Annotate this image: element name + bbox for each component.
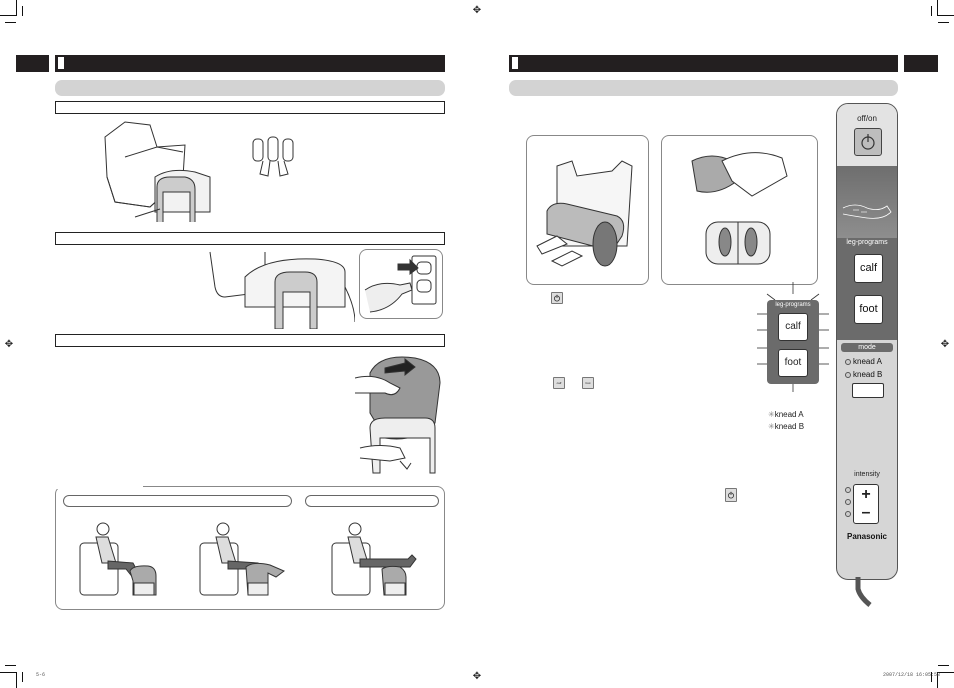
crop-mark	[16, 0, 17, 16]
posture-illustration-1	[79, 522, 157, 596]
mode-button[interactable]	[852, 383, 884, 398]
remote-control: off/on leg-programs calf foot mode knead…	[836, 103, 898, 580]
brand-logo: Panasonic	[846, 532, 887, 541]
massager-front-view-illustration	[252, 136, 294, 177]
crop-mark	[5, 22, 16, 23]
intensity-level-indicator	[845, 487, 851, 493]
mode-label: mode	[841, 343, 893, 352]
page-tab	[904, 55, 938, 72]
intensity-level-indicator	[845, 511, 851, 517]
indicator-light-icon	[845, 371, 851, 378]
intensity-control: + –	[853, 484, 879, 524]
foot-massage-illustration-box	[661, 135, 818, 285]
posture-illustration-2	[199, 522, 285, 596]
registration-mark-icon: ✥	[4, 339, 14, 350]
diagram-calf-button: calf	[778, 313, 808, 341]
massager-with-cable-illustration	[209, 251, 355, 329]
mode-indicators-diagram: ✳knead A ✳knead B	[768, 409, 804, 433]
crop-mark	[16, 672, 17, 688]
intensity-plus-button[interactable]: +	[854, 485, 878, 504]
subsection-heading	[55, 232, 445, 245]
foot-button[interactable]: foot	[854, 295, 883, 324]
print-timestamp: 2007/12/18 16:05:58	[883, 672, 941, 678]
registration-mark-icon: ✥	[940, 339, 950, 350]
crop-mark	[5, 665, 16, 666]
power-icon	[554, 294, 560, 302]
page-code: 5-6	[36, 672, 46, 678]
intensity-label: intensity	[854, 471, 880, 478]
posture-illustration-3	[331, 522, 417, 596]
tilting-massager-illustration	[355, 356, 441, 474]
section-bar	[55, 80, 445, 96]
registration-mark-icon: ✥	[472, 5, 482, 16]
crop-mark	[938, 15, 954, 16]
calf-button[interactable]: calf	[854, 254, 883, 283]
crop-mark	[22, 6, 23, 16]
subsection-heading	[55, 334, 445, 347]
calf-massage-illustration-box	[526, 135, 649, 285]
outlet-detail-box	[359, 249, 443, 319]
crop-mark	[22, 672, 23, 682]
crop-mark	[931, 6, 932, 16]
chapter-header-bar	[55, 55, 445, 72]
knead-a-indicator: knead A	[845, 357, 882, 366]
calf-massage-illustration	[536, 160, 633, 267]
crop-mark	[938, 672, 954, 673]
crop-mark	[938, 22, 949, 23]
page-tab	[16, 55, 49, 72]
chapter-header-bar	[509, 55, 898, 72]
posture-pill-label	[305, 495, 439, 507]
plug-into-outlet-illustration	[364, 255, 437, 313]
inline-power-button	[725, 488, 737, 502]
inline-foot-button: foot	[582, 377, 594, 389]
subsection-heading	[55, 101, 445, 114]
power-button[interactable]	[854, 128, 882, 156]
section-bar	[509, 80, 898, 96]
intensity-minus-button[interactable]: –	[854, 504, 878, 523]
leg-programs-label: leg-programs	[846, 239, 888, 246]
armchair-with-massager-illustration	[104, 121, 211, 222]
knead-a-indicator: ✳knead A	[768, 410, 804, 419]
intensity-level-indicator	[845, 499, 851, 505]
crop-mark	[0, 15, 16, 16]
crop-mark	[938, 665, 949, 666]
leg-programs-label: leg-programs	[775, 302, 811, 308]
crop-mark	[0, 672, 16, 673]
leg-programs-diagram: leg-programs calf foot	[757, 282, 829, 392]
leg-icon	[842, 204, 892, 219]
remote-cable	[855, 577, 872, 607]
header-marker	[512, 57, 518, 69]
inline-calf-button: calf	[553, 377, 565, 389]
inline-power-button	[551, 292, 563, 304]
diagram-foot-button: foot	[778, 349, 808, 377]
header-marker	[58, 57, 64, 69]
foot-massage-illustration	[691, 152, 788, 265]
indicator-light-icon	[845, 358, 851, 365]
registration-mark-icon: ✥	[472, 671, 482, 682]
power-label: off/on	[857, 114, 877, 123]
knead-b-indicator: knead B	[845, 370, 882, 379]
posture-pill-label	[63, 495, 292, 507]
power-icon	[728, 491, 734, 499]
crop-mark	[937, 0, 938, 16]
power-icon	[861, 134, 875, 150]
knead-b-indicator: ✳knead B	[768, 422, 805, 431]
